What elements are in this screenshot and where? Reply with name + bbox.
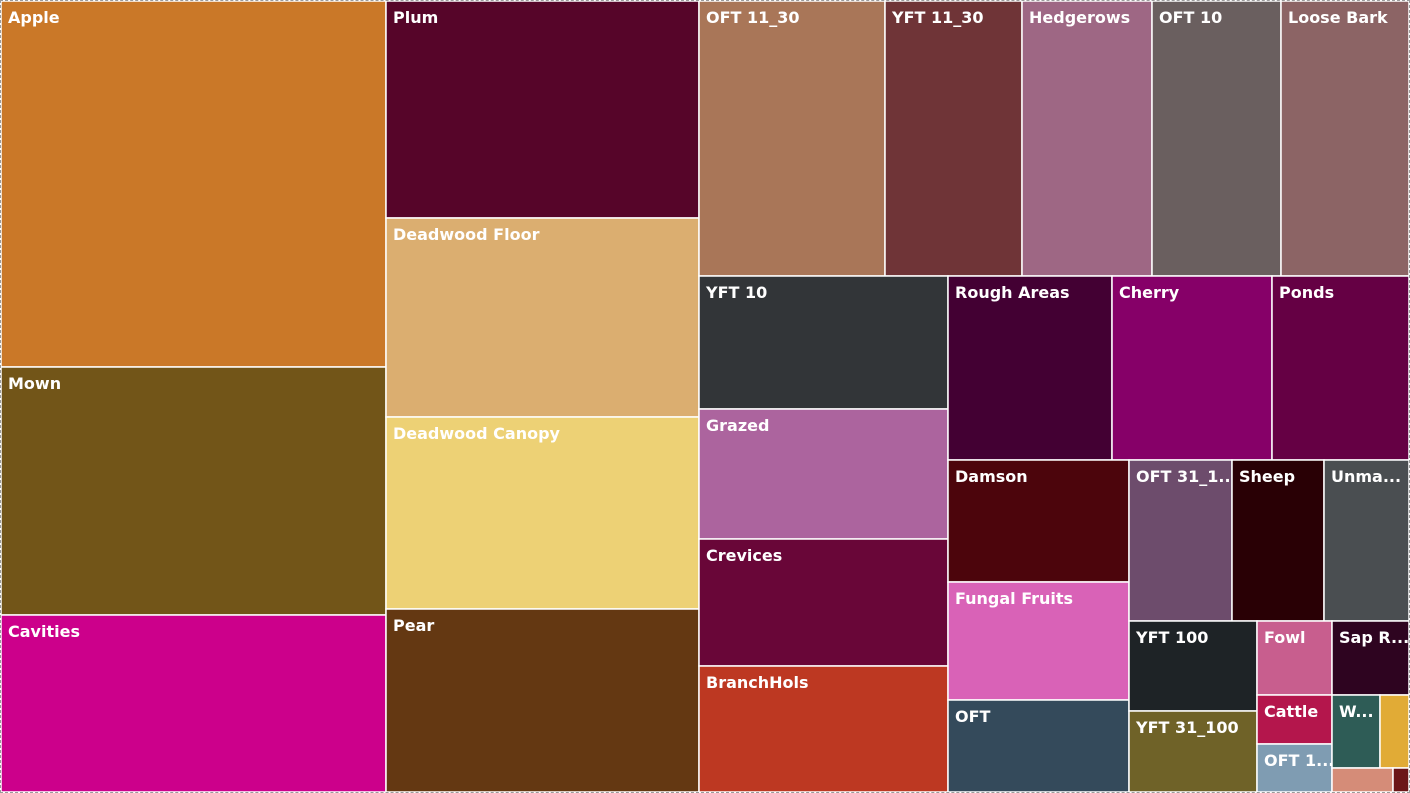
treemap-cell-cell-34[interactable] — [1392, 767, 1409, 792]
treemap-label: Sheep — [1239, 467, 1295, 486]
treemap-label: OFT 31_1... — [1136, 467, 1237, 486]
treemap-cell-oft-1[interactable]: OFT 1... — [1256, 743, 1334, 792]
treemap-cell-sheep[interactable]: Sheep — [1231, 459, 1325, 622]
treemap-label: Apple — [8, 8, 60, 27]
treemap-rect[interactable] — [1271, 275, 1409, 461]
treemap-rect[interactable] — [1, 614, 387, 792]
treemap-label: Sap R... — [1339, 628, 1409, 647]
treemap-cell-hedgerows[interactable]: Hedgerows — [1021, 1, 1153, 277]
treemap-cell-fungal-fruits[interactable]: Fungal Fruits — [947, 581, 1130, 701]
treemap-label: Deadwood Floor — [393, 225, 540, 244]
treemap-cell-fowl[interactable]: Fowl — [1256, 620, 1333, 696]
treemap-cell-cavities[interactable]: Cavities — [1, 614, 387, 792]
treemap-cell-plum[interactable]: Plum — [385, 1, 700, 219]
treemap-label: Hedgerows — [1029, 8, 1130, 27]
treemap-cell-deadwood-canopy[interactable]: Deadwood Canopy — [385, 416, 700, 610]
treemap-cell-oft-31-1[interactable]: OFT 31_1... — [1128, 459, 1237, 622]
treemap-label: YFT 31_100 — [1135, 718, 1239, 737]
treemap-label: Grazed — [706, 416, 769, 435]
treemap-cell-yft-11-30[interactable]: YFT 11_30 — [884, 1, 1023, 277]
treemap-rect[interactable] — [947, 275, 1113, 461]
treemap-label: OFT 11_30 — [706, 8, 800, 27]
treemap-rect[interactable] — [1379, 694, 1409, 769]
treemap-rect[interactable] — [884, 1, 1023, 277]
treemap-label: YFT 100 — [1135, 628, 1208, 647]
treemap-label: OFT 10 — [1159, 8, 1222, 27]
treemap-label: Unma... — [1331, 467, 1401, 486]
treemap-label: Crevices — [706, 546, 782, 565]
treemap-svg: Apple Mown Cavities Plum Deadwood Floor Deadw… — [1, 1, 1409, 792]
treemap-label: Mown — [8, 374, 61, 393]
treemap-rect[interactable] — [1111, 275, 1273, 461]
treemap-chart: Apple Mown Cavities Plum Deadwood Floor Deadw… — [0, 0, 1410, 793]
treemap-cell-damson[interactable]: Damson — [947, 459, 1130, 583]
treemap-cell-cell-32[interactable] — [1379, 694, 1409, 769]
treemap-rect[interactable] — [385, 416, 700, 610]
treemap-label: Deadwood Canopy — [393, 424, 561, 443]
treemap-cell-yft-31-100[interactable]: YFT 31_100 — [1128, 710, 1258, 792]
treemap-cell-mown[interactable]: Mown — [1, 366, 387, 616]
treemap-rect[interactable] — [385, 608, 700, 792]
treemap-label: Rough Areas — [955, 283, 1070, 302]
treemap-cell-yft-10[interactable]: YFT 10 — [698, 275, 949, 410]
treemap-label: Pear — [393, 616, 434, 635]
treemap-cell-deadwood-floor[interactable]: Deadwood Floor — [385, 217, 700, 418]
treemap-label: YFT 11_30 — [891, 8, 984, 27]
treemap-label: Ponds — [1279, 283, 1334, 302]
treemap-label: Damson — [955, 467, 1028, 486]
treemap-cell-apple[interactable]: Apple — [1, 1, 387, 368]
treemap-label: Cattle — [1264, 702, 1318, 721]
treemap-cell-crevices[interactable]: Crevices — [698, 538, 949, 667]
treemap-rect[interactable] — [385, 1, 700, 219]
treemap-cell-branchhols[interactable]: BranchHols — [698, 665, 949, 792]
treemap-cell-cherry[interactable]: Cherry — [1111, 275, 1273, 461]
treemap-label: Plum — [393, 8, 438, 27]
treemap-rect[interactable] — [1, 366, 387, 616]
treemap-rect[interactable] — [385, 217, 700, 418]
treemap-label: Fungal Fruits — [955, 589, 1073, 608]
treemap-rect[interactable] — [1, 1, 387, 368]
treemap-cell-oft[interactable]: OFT — [947, 699, 1130, 792]
treemap-cell-oft-11-30[interactable]: OFT 11_30 — [698, 1, 886, 277]
treemap-cell-w[interactable]: W... — [1331, 694, 1381, 769]
treemap-rect[interactable] — [1331, 767, 1394, 792]
treemap-cell-rough-areas[interactable]: Rough Areas — [947, 275, 1113, 461]
treemap-cell-unma[interactable]: Unma... — [1323, 459, 1409, 622]
treemap-label: OFT — [955, 707, 991, 726]
treemap-label: YFT 10 — [705, 283, 767, 302]
treemap-cell-yft-100[interactable]: YFT 100 — [1128, 620, 1258, 712]
treemap-label: Loose Bark — [1288, 8, 1388, 27]
treemap-rect[interactable] — [1280, 1, 1409, 277]
treemap-rect[interactable] — [698, 1, 886, 277]
treemap-label: Cherry — [1119, 283, 1180, 302]
treemap-cell-cell-33[interactable] — [1331, 767, 1394, 792]
treemap-cell-oft-10[interactable]: OFT 10 — [1151, 1, 1282, 277]
treemap-label: Fowl — [1264, 628, 1306, 647]
treemap-rect[interactable] — [1392, 767, 1409, 792]
treemap-label: BranchHols — [706, 673, 809, 692]
treemap-label: Cavities — [8, 622, 80, 641]
treemap-cell-cattle[interactable]: Cattle — [1256, 694, 1333, 745]
treemap-cell-pear[interactable]: Pear — [385, 608, 700, 792]
treemap-label: W... — [1339, 702, 1374, 721]
treemap-rect[interactable] — [1151, 1, 1282, 277]
treemap-label: OFT 1... — [1264, 751, 1334, 770]
treemap-cell-sap-r[interactable]: Sap R... — [1331, 620, 1409, 696]
treemap-rect[interactable] — [1021, 1, 1153, 277]
treemap-cell-loose-bark[interactable]: Loose Bark — [1280, 1, 1409, 277]
treemap-cell-ponds[interactable]: Ponds — [1271, 275, 1409, 461]
treemap-cell-grazed[interactable]: Grazed — [698, 408, 949, 540]
